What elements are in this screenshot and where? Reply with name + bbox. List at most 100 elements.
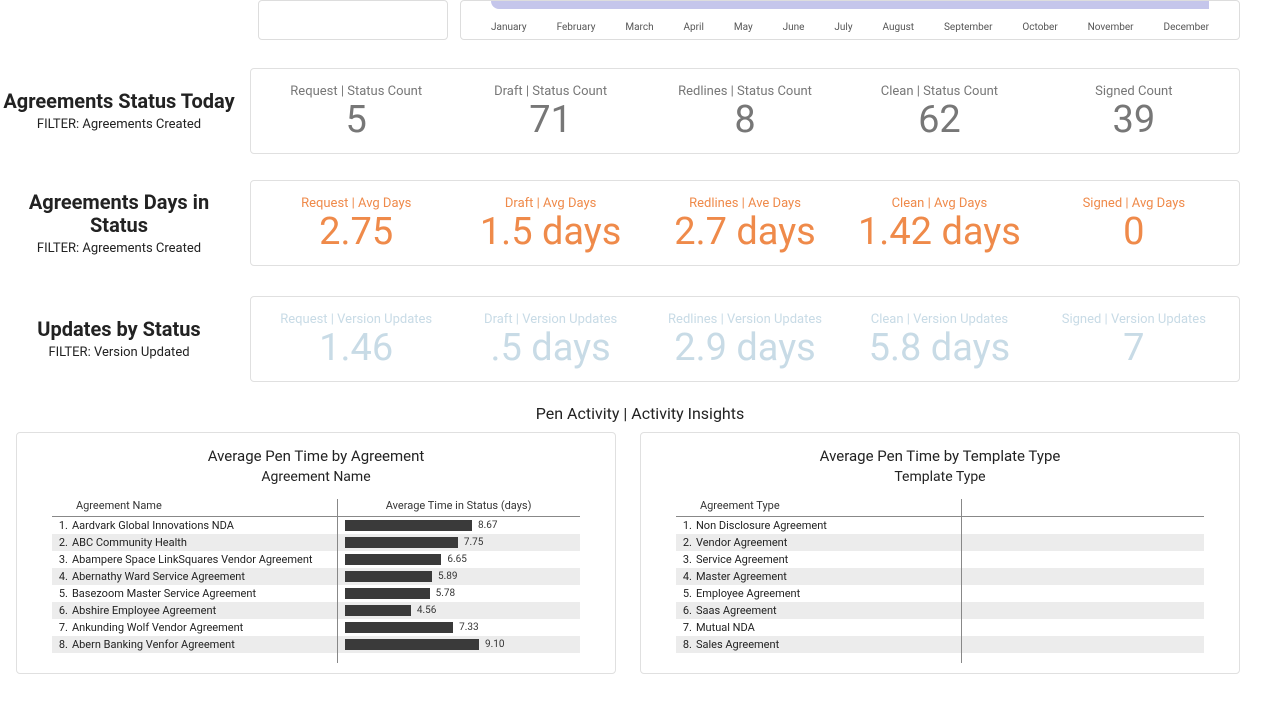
bar [345, 605, 411, 616]
timeline-months: JanuaryFebruaryMarchAprilMayJuneJulyAugu… [491, 22, 1209, 33]
row-index: 4. [676, 570, 696, 583]
metric-value: 39 [1037, 101, 1231, 139]
col-header-value: Average Time in Status (days) [337, 499, 580, 512]
table-row: 2.ABC Community Health7.75 [52, 534, 580, 551]
row-label-updates-by-status: Updates by Status FILTER: Version Update… [0, 318, 250, 360]
row-bar-cell: 4.56 [337, 605, 580, 616]
timeline-chart-stub: JanuaryFebruaryMarchAprilMayJuneJulyAugu… [460, 0, 1240, 40]
row-title: Agreements Days in Status [0, 191, 238, 237]
row-name: Employee Agreement [696, 587, 961, 600]
row-name: Non Disclosure Agreement [696, 519, 961, 532]
card-avg-pen-time-template: Average Pen Time by Template Type Templa… [640, 432, 1240, 674]
metric: Draft | Status Count 71 [453, 84, 647, 139]
bar-value: 5.89 [438, 571, 458, 582]
metric-value: 1.46 [259, 329, 453, 367]
table-header-row: Agreement Name Average Time in Status (d… [52, 499, 580, 517]
row-name: Aardvark Global Innovations NDA [72, 519, 337, 532]
row-index: 3. [676, 553, 696, 566]
row-label-status-today: Agreements Status Today FILTER: Agreemen… [0, 90, 250, 132]
row-index: 5. [676, 587, 696, 600]
month-label: October [1022, 22, 1057, 33]
metric-value: 62 [842, 101, 1036, 139]
card-avg-pen-time-agreement: Average Pen Time by Agreement Agreement … [16, 432, 616, 674]
row-index: 6. [52, 604, 72, 617]
row-bar-cell: 5.78 [337, 588, 580, 599]
metric-label: Request | Version Updates [259, 312, 453, 327]
row-filter: FILTER: Version Updated [0, 345, 238, 360]
bar-value: 9.10 [485, 639, 505, 650]
month-label: May [734, 22, 753, 33]
row-index: 6. [676, 604, 696, 617]
metric: Clean | Avg Days1.42 days [842, 196, 1036, 251]
row-index: 3. [52, 553, 72, 566]
table-header-row: Agreement Type [676, 499, 1204, 517]
table-title: Average Pen Time by Template Type [653, 447, 1227, 465]
month-label: December [1164, 22, 1209, 33]
table-row: 8.Sales Agreement [676, 636, 1204, 653]
row-name: Vendor Agreement [696, 536, 961, 549]
timeline-band [491, 1, 1209, 9]
metric-label: Signed | Avg Days [1037, 196, 1231, 211]
row-filter: FILTER: Agreements Created [0, 117, 238, 132]
metric-label: Draft | Status Count [453, 84, 647, 99]
row-index: 1. [676, 519, 696, 532]
row-title: Updates by Status [0, 318, 238, 341]
metric-value: 5.8 days [842, 329, 1036, 367]
metric: Request | Avg Days2.75 [259, 196, 453, 251]
bar [345, 537, 458, 548]
metric-value: .5 days [453, 329, 647, 367]
month-label: April [684, 22, 704, 33]
row-label-days-in-status: Agreements Days in Status FILTER: Agreem… [0, 191, 250, 256]
metric-value: 1.42 days [842, 213, 1036, 251]
month-label: March [625, 22, 653, 33]
table-subtitle: Agreement Name [29, 469, 603, 485]
metric: Request | Version Updates 1.46 [259, 312, 453, 367]
row-index: 8. [676, 638, 696, 651]
bar-value: 7.33 [459, 622, 479, 633]
metric: Redlines | Status Count 8 [648, 84, 842, 139]
month-label: January [491, 22, 527, 33]
metric-value: 2.7 days [648, 213, 842, 251]
metric: Redlines | Version Updates2.9 days [648, 312, 842, 367]
metric: Draft | Version Updates .5 days [453, 312, 647, 367]
metric: Clean | Status Count62 [842, 84, 1036, 139]
table-divider [961, 499, 962, 663]
row-bar-cell: 5.89 [337, 571, 580, 582]
month-label: September [944, 22, 993, 33]
bar-value: 8.67 [478, 520, 498, 531]
table-row: 7.Ankunding Wolf Vendor Agreement7.33 [52, 619, 580, 636]
metric-value: 5 [259, 101, 453, 139]
metric-label: Clean | Version Updates [842, 312, 1036, 327]
row-index: 7. [52, 621, 72, 634]
month-label: June [783, 22, 805, 33]
table-left: Agreement Name Average Time in Status (d… [52, 499, 580, 653]
metric-label: Redlines | Status Count [648, 84, 842, 99]
table-row: 6.Saas Agreement [676, 602, 1204, 619]
row-name: Abern Banking Venfor Agreement [72, 638, 337, 651]
metric-value: 71 [453, 101, 647, 139]
table-row: 6.Abshire Employee Agreement4.56 [52, 602, 580, 619]
table-row: 7.Mutual NDA [676, 619, 1204, 636]
table-subtitle: Template Type [653, 469, 1227, 485]
metrics-card-updates-by-status: Request | Version Updates 1.46Draft | Ver… [250, 296, 1240, 382]
bar [345, 588, 430, 599]
bar-value: 5.78 [436, 588, 456, 599]
row-bar-cell: 9.10 [337, 639, 580, 650]
month-label: July [834, 22, 852, 33]
col-header-value [961, 499, 1204, 512]
table-row: 4.Abernathy Ward Service Agreement5.89 [52, 568, 580, 585]
metric-label: Draft | Version Updates [453, 312, 647, 327]
mini-card-stub [258, 0, 448, 40]
row-name: Mutual NDA [696, 621, 961, 634]
table-right: Agreement Type 1.Non Disclosure Agreemen… [676, 499, 1204, 653]
metric-value: 0 [1037, 213, 1231, 251]
metric-value: 8 [648, 101, 842, 139]
row-index: 1. [52, 519, 72, 532]
metric-label: Redlines | Version Updates [648, 312, 842, 327]
row-index: 2. [52, 536, 72, 549]
bar-value: 6.65 [447, 554, 467, 565]
month-label: August [883, 22, 915, 33]
metric-label: Request | Avg Days [259, 196, 453, 211]
metrics-card-status-today: Request | Status Count5Draft | Status Co… [250, 68, 1240, 154]
bar-value: 4.56 [417, 605, 437, 616]
